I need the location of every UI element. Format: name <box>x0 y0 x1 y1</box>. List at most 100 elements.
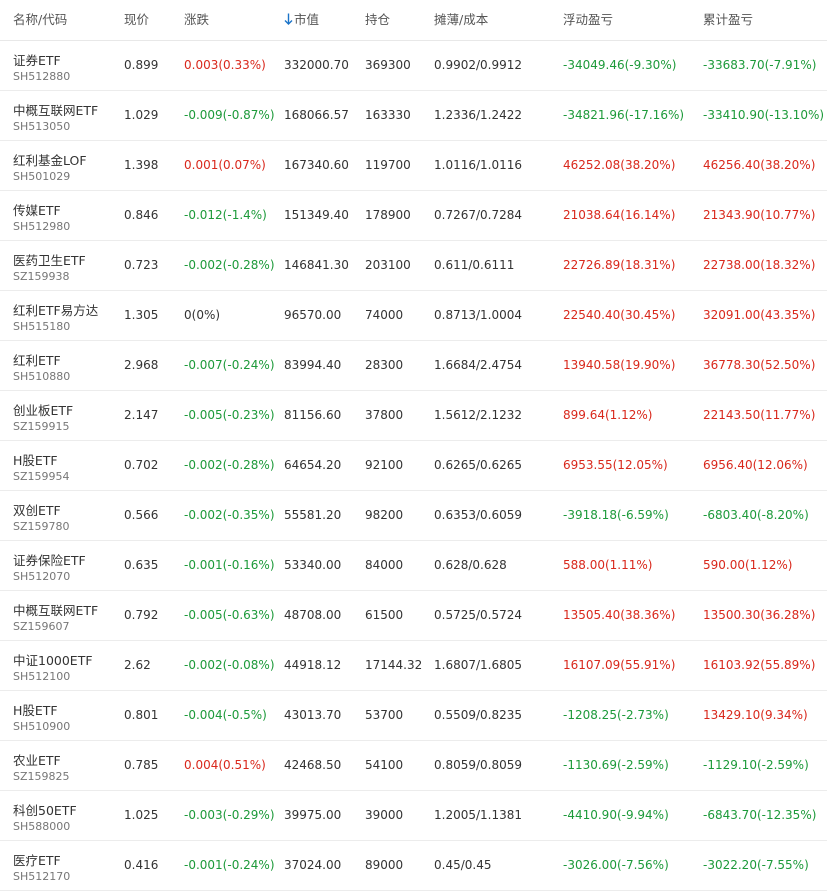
price-change: -0.005(-0.23%) <box>184 408 275 422</box>
table-row[interactable]: 医药卫生ETF SZ159938 0.723 -0.002(-0.28%) 146841… <box>0 241 827 291</box>
market-value: 48708.00 <box>284 608 342 622</box>
fund-name[interactable]: 双创ETF <box>13 500 61 519</box>
fund-name[interactable]: 红利基金LOF <box>13 150 87 169</box>
table-row[interactable]: 中概互联网ETF SH513050 1.029 -0.009(-0.87%) 16806… <box>0 91 827 141</box>
table-row[interactable]: 医疗ETF SH512170 0.416 -0.001(-0.24%) 37024.00… <box>0 841 827 891</box>
fund-name[interactable]: 中概互联网ETF <box>13 100 98 119</box>
accumulated-pnl: 13500.30(36.28%) <box>703 608 816 622</box>
market-value: 167340.60 <box>284 158 349 172</box>
position-quantity: 37800 <box>365 408 404 422</box>
position-quantity: 92100 <box>365 458 404 472</box>
accumulated-pnl: 22738.00(18.32%) <box>703 258 816 272</box>
price-change: -0.001(-0.24%) <box>184 858 275 872</box>
accumulated-pnl: -6843.70(-12.35%) <box>703 808 817 822</box>
diluted-cost: 0.7267/0.7284 <box>434 208 523 222</box>
position-quantity: 53700 <box>365 708 404 722</box>
row-name-cell: H股ETF SZ159954 <box>13 441 118 490</box>
row-name-cell: 双创ETF SZ159780 <box>13 491 118 540</box>
table-row[interactable]: 传媒ETF SH512980 0.846 -0.012(-1.4%) 151349.40… <box>0 191 827 241</box>
market-value: 44918.12 <box>284 658 342 672</box>
fund-code: SZ159825 <box>13 770 70 783</box>
fund-code: SZ159780 <box>13 520 70 533</box>
fund-name[interactable]: 红利ETF <box>13 350 61 369</box>
table-row[interactable]: 红利ETF SH510880 2.968 -0.007(-0.24%) 83994.40… <box>0 341 827 391</box>
price-change: -0.007(-0.24%) <box>184 358 275 372</box>
fund-name[interactable]: 证券保险ETF <box>13 550 86 569</box>
accumulated-pnl: -33683.70(-7.91%) <box>703 58 817 72</box>
diluted-cost: 0.9902/0.9912 <box>434 58 523 72</box>
market-value: 146841.30 <box>284 258 349 272</box>
fund-name[interactable]: 红利ETF易方达 <box>13 300 98 319</box>
fund-name[interactable]: H股ETF <box>13 700 58 719</box>
current-price: 2.147 <box>124 408 159 422</box>
table-row[interactable]: 红利基金LOF SH501029 1.398 0.001(0.07%) 167340.6… <box>0 141 827 191</box>
table-row[interactable]: H股ETF SZ159954 0.702 -0.002(-0.28%) 64654.20… <box>0 441 827 491</box>
table-row[interactable]: 证券ETF SH512880 0.899 0.003(0.33%) 332000.70 3… <box>0 41 827 91</box>
fund-name[interactable]: 证券ETF <box>13 50 61 69</box>
diluted-cost: 0.8059/0.8059 <box>434 758 523 772</box>
market-value: 64654.20 <box>284 458 342 472</box>
accumulated-pnl: 13429.10(9.34%) <box>703 708 808 722</box>
sort-down-arrow-icon <box>284 13 293 25</box>
row-name-cell: 证券ETF SH512880 <box>13 41 118 90</box>
fund-name[interactable]: 中概互联网ETF <box>13 600 98 619</box>
table-row[interactable]: 双创ETF SZ159780 0.566 -0.002(-0.35%) 55581.20… <box>0 491 827 541</box>
column-header-floating-pnl[interactable]: 浮动盈亏 <box>563 0 698 40</box>
price-change: -0.012(-1.4%) <box>184 208 267 222</box>
column-header-accumulated-pnl[interactable]: 累计盈亏 <box>703 0 825 40</box>
fund-name[interactable]: H股ETF <box>13 450 58 469</box>
current-price: 0.416 <box>124 858 159 872</box>
fund-name[interactable]: 创业板ETF <box>13 400 73 419</box>
floating-pnl: -1208.25(-2.73%) <box>563 708 669 722</box>
floating-pnl: 899.64(1.12%) <box>563 408 653 422</box>
fund-code: SH515180 <box>13 320 71 333</box>
accumulated-pnl: 590.00(1.12%) <box>703 558 793 572</box>
price-change: 0.004(0.51%) <box>184 758 266 772</box>
position-quantity: 74000 <box>365 308 404 322</box>
market-value: 53340.00 <box>284 558 342 572</box>
column-header-change[interactable]: 涨跌 <box>184 0 279 40</box>
fund-name[interactable]: 农业ETF <box>13 750 61 769</box>
fund-name[interactable]: 传媒ETF <box>13 200 61 219</box>
row-name-cell: 医药卫生ETF SZ159938 <box>13 241 118 290</box>
floating-pnl: -34049.46(-9.30%) <box>563 58 677 72</box>
position-quantity: 28300 <box>365 358 404 372</box>
accumulated-pnl: 6956.40(12.06%) <box>703 458 808 472</box>
table-row[interactable]: 科创50ETF SH588000 1.025 -0.003(-0.29%) 39975.… <box>0 791 827 841</box>
fund-name[interactable]: 医疗ETF <box>13 850 61 869</box>
fund-code: SH512170 <box>13 870 71 883</box>
accumulated-pnl: 16103.92(55.89%) <box>703 658 816 672</box>
market-value: 151349.40 <box>284 208 349 222</box>
fund-name[interactable]: 科创50ETF <box>13 800 77 819</box>
row-name-cell: 传媒ETF SH512980 <box>13 191 118 240</box>
table-row[interactable]: 红利ETF易方达 SH515180 1.305 0(0%) 96570.00 74000 0… <box>0 291 827 341</box>
column-header-name[interactable]: 名称/代码 <box>13 0 118 40</box>
market-value: 55581.20 <box>284 508 342 522</box>
table-row[interactable]: 农业ETF SZ159825 0.785 0.004(0.51%) 42468.50 54… <box>0 741 827 791</box>
price-change: -0.002(-0.28%) <box>184 458 275 472</box>
accumulated-pnl: -33410.90(-13.10%) <box>703 108 825 122</box>
price-change: -0.002(-0.28%) <box>184 258 275 272</box>
table-row[interactable]: 创业板ETF SZ159915 2.147 -0.005(-0.23%) 81156.6… <box>0 391 827 441</box>
row-name-cell: 科创50ETF SH588000 <box>13 791 118 840</box>
fund-name[interactable]: 中证1000ETF <box>13 650 93 669</box>
floating-pnl: -1130.69(-2.59%) <box>563 758 669 772</box>
market-value: 42468.50 <box>284 758 342 772</box>
current-price: 2.62 <box>124 658 151 672</box>
column-header-market-value[interactable]: 市值 <box>284 0 362 40</box>
table-body: 证券ETF SH512880 0.899 0.003(0.33%) 332000.70 3… <box>0 41 827 891</box>
column-header-cost[interactable]: 摊薄/成本 <box>434 0 559 40</box>
table-row[interactable]: 中证1000ETF SH512100 2.62 -0.002(-0.08%) 44918… <box>0 641 827 691</box>
diluted-cost: 0.5725/0.5724 <box>434 608 523 622</box>
diluted-cost: 1.6684/2.4754 <box>434 358 523 372</box>
fund-code: SH510880 <box>13 370 71 383</box>
column-header-position[interactable]: 持仓 <box>365 0 431 40</box>
table-row[interactable]: 中概互联网ETF SZ159607 0.792 -0.005(-0.63%) 48708… <box>0 591 827 641</box>
table-row[interactable]: H股ETF SH510900 0.801 -0.004(-0.5%) 43013.70 5… <box>0 691 827 741</box>
floating-pnl: 13505.40(38.36%) <box>563 608 676 622</box>
current-price: 0.801 <box>124 708 159 722</box>
table-row[interactable]: 证券保险ETF SH512070 0.635 -0.001(-0.16%) 53340.… <box>0 541 827 591</box>
fund-code: SH513050 <box>13 120 71 133</box>
fund-name[interactable]: 医药卫生ETF <box>13 250 86 269</box>
column-header-price[interactable]: 现价 <box>124 0 179 40</box>
